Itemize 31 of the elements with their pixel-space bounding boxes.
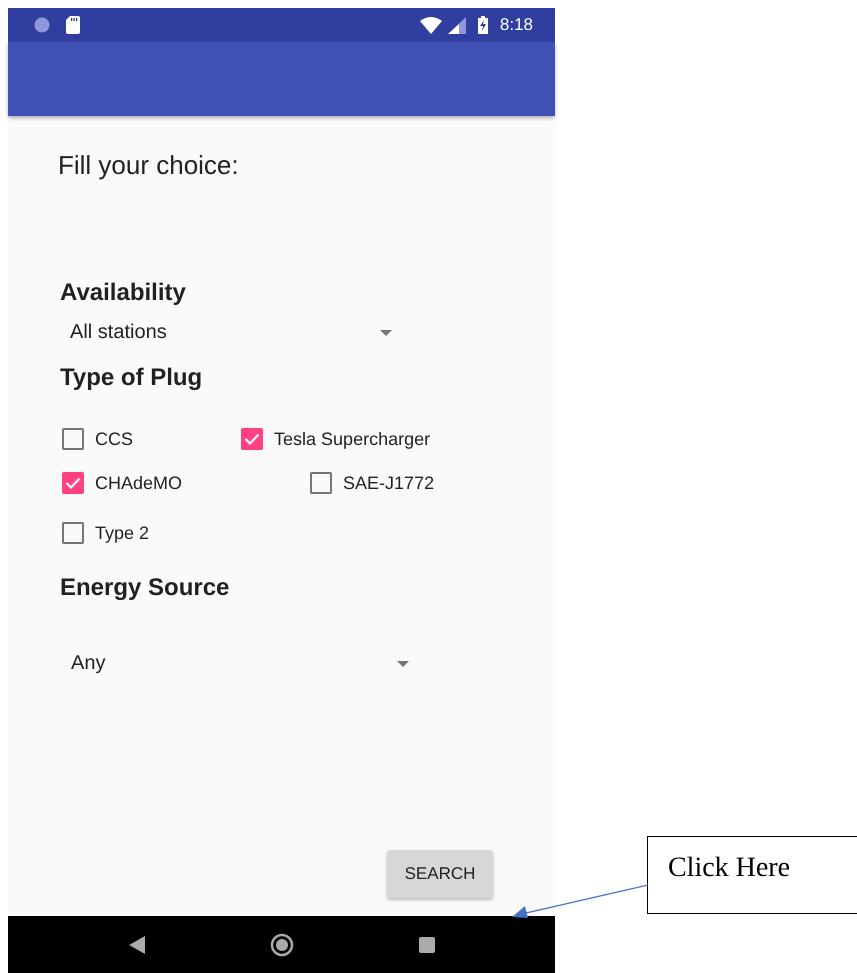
checkbox-label[interactable]: SAE-J1772 bbox=[343, 472, 434, 494]
back-icon[interactable] bbox=[128, 936, 144, 954]
checkbox-label[interactable]: Type 2 bbox=[95, 522, 150, 544]
recents-icon[interactable] bbox=[418, 936, 434, 952]
home-icon[interactable] bbox=[270, 932, 294, 956]
checkbox-label[interactable]: CCS bbox=[95, 428, 134, 450]
sd-card-icon bbox=[66, 16, 80, 34]
checked-checkbox[interactable] bbox=[241, 428, 264, 450]
availability-dropdown[interactable]: All stations bbox=[70, 321, 392, 344]
form-heading: Fill your choice: bbox=[58, 150, 240, 181]
checkbox-label[interactable]: Tesla Supercharger bbox=[274, 428, 430, 450]
unchecked-checkbox[interactable] bbox=[62, 522, 84, 544]
section-label: Availability bbox=[60, 279, 187, 307]
energy-source-dropdown[interactable]: Any bbox=[71, 652, 409, 675]
unchecked-checkbox[interactable] bbox=[310, 472, 332, 494]
status-time: 8:18 bbox=[500, 15, 533, 35]
checkbox-label[interactable]: CHAdeMO bbox=[95, 472, 182, 494]
checkmark-icon bbox=[244, 433, 260, 445]
caret-icon bbox=[380, 330, 392, 336]
section-label: Energy Source bbox=[60, 574, 230, 602]
wifi-icon bbox=[420, 16, 442, 34]
search-button[interactable]: SEARCH bbox=[387, 850, 493, 898]
checkmark-icon bbox=[65, 477, 81, 489]
battery-charging-icon bbox=[478, 16, 488, 34]
checked-checkbox[interactable] bbox=[62, 472, 84, 494]
caret-icon bbox=[397, 660, 409, 666]
circle-icon bbox=[34, 17, 50, 33]
unchecked-checkbox[interactable] bbox=[62, 428, 84, 450]
callout-box: Click Here bbox=[647, 836, 857, 914]
signal-icon bbox=[448, 16, 466, 34]
section-label: Type of Plug bbox=[60, 364, 204, 392]
